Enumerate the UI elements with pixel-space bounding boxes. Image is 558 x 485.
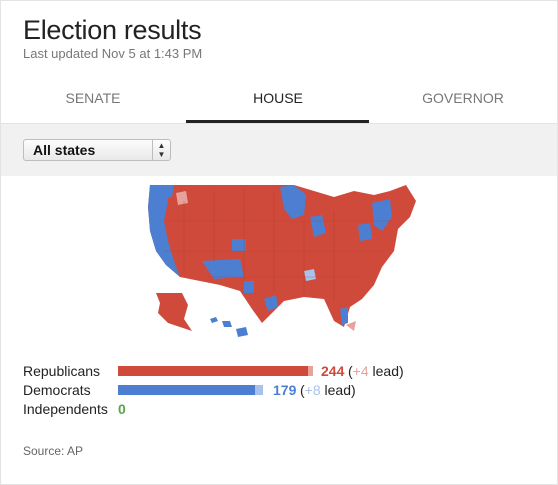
party-label-independents: Independents xyxy=(23,401,108,417)
last-updated: Last updated Nov 5 at 1:43 PM xyxy=(23,46,203,61)
page-title: Election results xyxy=(23,15,202,45)
party-label-democrats: Democrats xyxy=(23,382,91,398)
state-select-value: All states xyxy=(33,142,96,158)
republicans-lead: (+4 lead) xyxy=(348,363,404,379)
results-card: Election results Last updated Nov 5 at 1… xyxy=(0,0,558,485)
party-label-republicans: Republicans xyxy=(23,363,101,379)
us-map-icon[interactable] xyxy=(144,181,420,339)
republicans-seat-bar xyxy=(118,366,308,376)
select-arrows-icon: ▲ ▼ xyxy=(152,140,170,160)
democrats-seat-bar xyxy=(118,385,255,395)
republicans-seats: 244 xyxy=(321,363,345,379)
democrats-seats: 179 xyxy=(273,382,297,398)
tab-governor[interactable]: GOVERNOR xyxy=(371,73,555,123)
source-note: Source: AP xyxy=(23,444,84,458)
republicans-lead-bar xyxy=(308,366,313,376)
tab-bar: SENATE HOUSE GOVERNOR xyxy=(1,73,557,124)
tab-house[interactable]: HOUSE xyxy=(186,73,370,123)
active-tab-indicator xyxy=(186,120,369,123)
state-select[interactable]: All states ▲ ▼ xyxy=(23,139,171,161)
tab-senate[interactable]: SENATE xyxy=(1,73,185,123)
democrats-lead-bar xyxy=(255,385,263,395)
independents-seats: 0 xyxy=(118,401,126,417)
democrats-lead: (+8 lead) xyxy=(300,382,356,398)
